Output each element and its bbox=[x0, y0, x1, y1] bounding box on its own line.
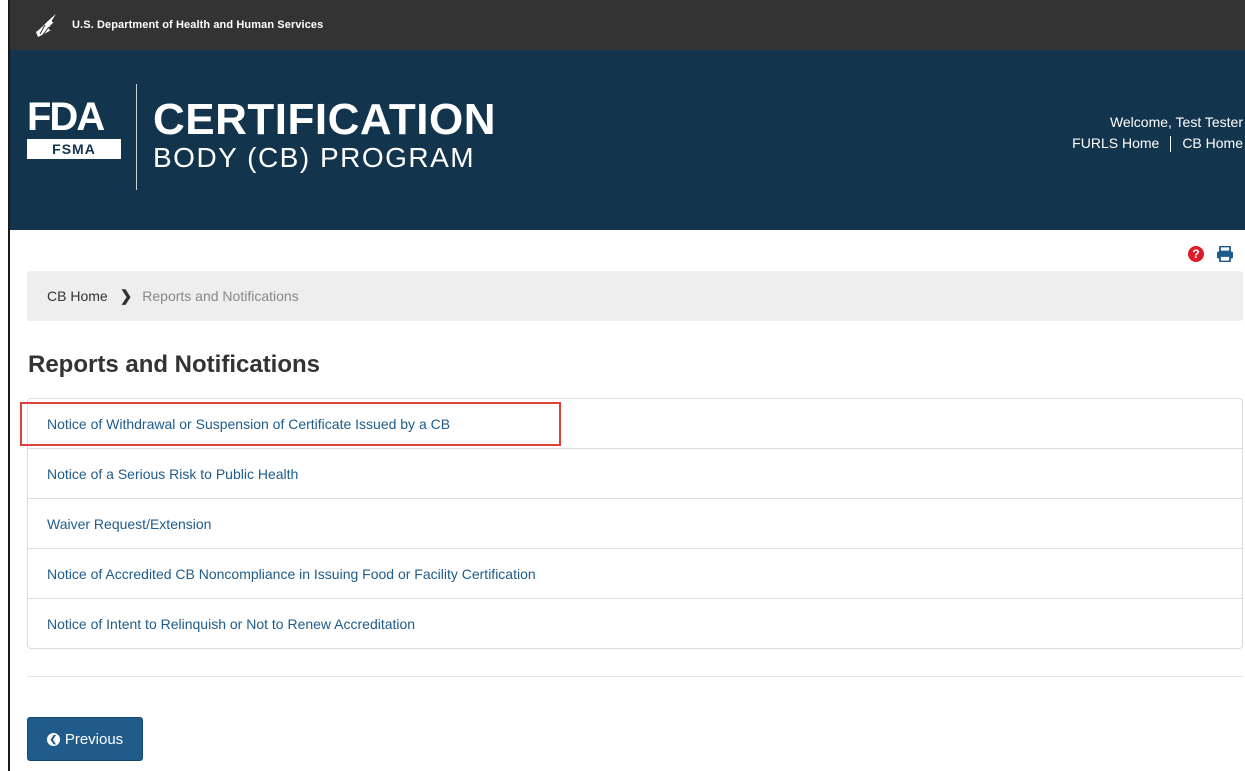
fsma-logo-text: FSMA bbox=[27, 139, 121, 159]
program-banner: FDA FSMA CERTIFICATION BODY (CB) PROGRAM… bbox=[10, 50, 1245, 230]
page-tools: ? bbox=[1188, 246, 1234, 262]
report-link-cb-noncompliance[interactable]: Notice of Accredited CB Noncompliance in… bbox=[28, 549, 1242, 599]
user-area: Welcome, Test Tester FURLS Home CB Home bbox=[1072, 112, 1243, 154]
report-link-waiver-request[interactable]: Waiver Request/Extension bbox=[28, 499, 1242, 549]
fda-fsma-logo: FDA FSMA bbox=[27, 95, 127, 159]
banner-divider bbox=[136, 84, 137, 190]
page-title: Reports and Notifications bbox=[28, 351, 321, 378]
print-icon[interactable] bbox=[1216, 246, 1234, 262]
report-link-serious-risk[interactable]: Notice of a Serious Risk to Public Healt… bbox=[28, 449, 1242, 499]
chevron-right-icon: ❯ bbox=[119, 288, 133, 305]
help-icon[interactable]: ? bbox=[1188, 246, 1204, 262]
reports-list: Notice of Withdrawal or Suspension of Ce… bbox=[27, 398, 1243, 649]
breadcrumb: CB Home ❯ Reports and Notifications bbox=[27, 271, 1243, 321]
link-separator bbox=[1170, 135, 1172, 152]
header-links: FURLS Home CB Home bbox=[1072, 133, 1243, 154]
welcome-text: Welcome, Test Tester bbox=[1109, 114, 1243, 130]
previous-button[interactable]: ❮ Previous bbox=[27, 717, 143, 761]
program-title: CERTIFICATION BODY (CB) PROGRAM bbox=[153, 98, 496, 174]
report-link-withdrawal-suspension[interactable]: Notice of Withdrawal or Suspension of Ce… bbox=[28, 399, 1242, 449]
breadcrumb-current: Reports and Notifications bbox=[142, 288, 299, 304]
breadcrumb-home-link[interactable]: CB Home bbox=[47, 288, 108, 304]
program-title-line1: CERTIFICATION bbox=[153, 95, 496, 144]
fda-logo-text: FDA bbox=[27, 95, 105, 139]
hhs-top-bar: U.S. Department of Health and Human Serv… bbox=[10, 0, 1245, 50]
footer-divider bbox=[27, 676, 1243, 677]
hhs-eagle-icon bbox=[36, 14, 56, 37]
hhs-label: U.S. Department of Health and Human Serv… bbox=[72, 19, 324, 31]
cb-home-link[interactable]: CB Home bbox=[1182, 133, 1243, 154]
chevron-circle-left-icon: ❮ bbox=[46, 732, 60, 746]
furls-home-link[interactable]: FURLS Home bbox=[1072, 133, 1159, 154]
previous-button-label: Previous bbox=[64, 730, 124, 748]
program-title-line2: BODY (CB) PROGRAM bbox=[153, 142, 476, 173]
report-link-relinquish-accreditation[interactable]: Notice of Intent to Relinquish or Not to… bbox=[28, 599, 1242, 648]
